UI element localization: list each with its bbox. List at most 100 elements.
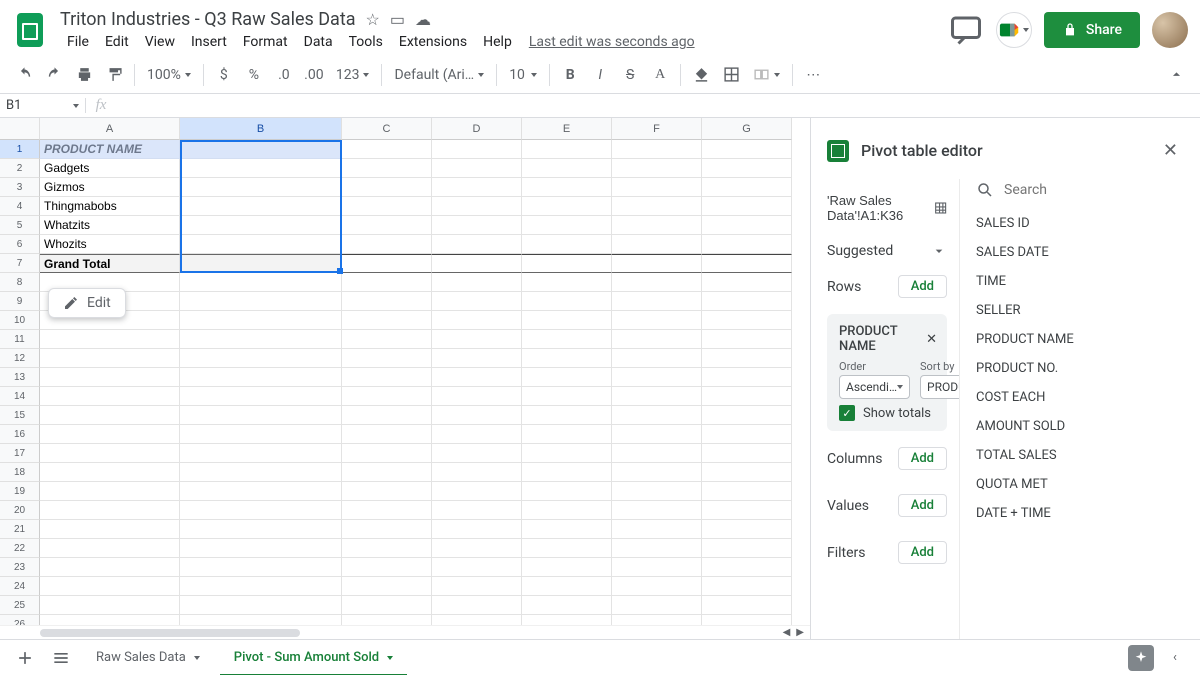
col-A[interactable]: A xyxy=(40,118,180,140)
redo-button[interactable] xyxy=(40,61,68,89)
available-field[interactable]: PRODUCT NAME xyxy=(976,332,1184,347)
available-field[interactable]: TIME xyxy=(976,274,1184,289)
cell[interactable] xyxy=(702,444,792,463)
row-header[interactable]: 15 xyxy=(0,406,40,425)
cell[interactable] xyxy=(180,311,342,330)
menu-file[interactable]: File xyxy=(60,32,96,52)
row-header[interactable]: 11 xyxy=(0,330,40,349)
cell[interactable] xyxy=(40,387,180,406)
available-field[interactable]: QUOTA MET xyxy=(976,477,1184,492)
explore-button[interactable] xyxy=(1128,645,1154,671)
cell[interactable] xyxy=(522,311,612,330)
cell[interactable] xyxy=(432,387,522,406)
cell[interactable] xyxy=(180,406,342,425)
cell[interactable] xyxy=(180,349,342,368)
row-header[interactable]: 4 xyxy=(0,197,40,216)
cell[interactable] xyxy=(180,596,342,615)
cell[interactable] xyxy=(702,387,792,406)
cell[interactable] xyxy=(702,558,792,577)
cell[interactable] xyxy=(432,577,522,596)
cell[interactable] xyxy=(40,596,180,615)
cell[interactable] xyxy=(702,406,792,425)
col-B[interactable]: B xyxy=(180,118,342,140)
sheet-grid[interactable]: A B C D E F G 1PRODUCT NAME2Gadgets3Gizm… xyxy=(0,118,810,639)
cell[interactable] xyxy=(40,520,180,539)
meet-button[interactable] xyxy=(996,12,1032,48)
add-rows-button[interactable]: Add xyxy=(898,275,947,298)
cell[interactable] xyxy=(522,349,612,368)
document-title[interactable]: Triton Industries - Q3 Raw Sales Data xyxy=(60,9,356,30)
cell[interactable] xyxy=(342,216,432,235)
cell[interactable] xyxy=(522,558,612,577)
cell[interactable] xyxy=(612,406,702,425)
close-panel-button[interactable]: ✕ xyxy=(1157,134,1184,167)
row-header[interactable]: 20 xyxy=(0,501,40,520)
cell[interactable] xyxy=(180,159,342,178)
col-D[interactable]: D xyxy=(432,118,522,140)
cell[interactable] xyxy=(180,444,342,463)
cell[interactable] xyxy=(702,330,792,349)
cell[interactable] xyxy=(342,615,432,625)
cell[interactable] xyxy=(432,197,522,216)
cell[interactable] xyxy=(522,615,612,625)
cell[interactable] xyxy=(702,235,792,254)
cell[interactable] xyxy=(342,178,432,197)
cell[interactable] xyxy=(342,140,432,159)
cell[interactable] xyxy=(522,463,612,482)
star-icon[interactable]: ☆ xyxy=(366,10,380,29)
cell[interactable] xyxy=(522,539,612,558)
cell[interactable] xyxy=(180,425,342,444)
cell[interactable] xyxy=(522,368,612,387)
col-C[interactable]: C xyxy=(342,118,432,140)
cell[interactable] xyxy=(342,235,432,254)
add-columns-button[interactable]: Add xyxy=(898,447,947,470)
cell[interactable] xyxy=(702,197,792,216)
cell[interactable] xyxy=(522,197,612,216)
text-color-button[interactable]: A xyxy=(646,61,674,89)
cell[interactable] xyxy=(522,444,612,463)
last-edit-link[interactable]: Last edit was seconds ago xyxy=(521,34,695,50)
available-field[interactable]: AMOUNT SOLD xyxy=(976,419,1184,434)
select-all-corner[interactable] xyxy=(0,118,40,140)
add-filters-button[interactable]: Add xyxy=(898,541,947,564)
suggested-label[interactable]: Suggested xyxy=(827,243,893,259)
cell[interactable] xyxy=(702,216,792,235)
cell[interactable]: Whatzits xyxy=(40,216,180,235)
cell[interactable] xyxy=(432,368,522,387)
cell[interactable] xyxy=(522,330,612,349)
cell[interactable] xyxy=(522,273,612,292)
cell[interactable]: Gizmos xyxy=(40,178,180,197)
cell[interactable] xyxy=(702,368,792,387)
cell[interactable] xyxy=(40,577,180,596)
row-header[interactable]: 16 xyxy=(0,425,40,444)
cell[interactable] xyxy=(40,330,180,349)
row-header[interactable]: 23 xyxy=(0,558,40,577)
cell[interactable] xyxy=(180,387,342,406)
cell[interactable] xyxy=(180,501,342,520)
sortby-select[interactable]: PRODUC… xyxy=(920,375,960,399)
cell[interactable] xyxy=(40,368,180,387)
format-currency-button[interactable]: $ xyxy=(210,61,238,89)
decrease-decimal-button[interactable]: .0 xyxy=(270,61,298,89)
format-percent-button[interactable]: % xyxy=(240,61,268,89)
cell[interactable] xyxy=(342,577,432,596)
cell[interactable] xyxy=(612,539,702,558)
cell[interactable] xyxy=(522,178,612,197)
cell[interactable] xyxy=(522,387,612,406)
cell[interactable] xyxy=(702,596,792,615)
cell[interactable] xyxy=(432,273,522,292)
cell[interactable] xyxy=(612,178,702,197)
tab-pivot-sum-amount-sold[interactable]: Pivot - Sum Amount Sold xyxy=(220,640,407,675)
field-search[interactable] xyxy=(976,179,1184,208)
cell[interactable] xyxy=(432,596,522,615)
cell[interactable] xyxy=(342,368,432,387)
cell[interactable] xyxy=(432,311,522,330)
row-header[interactable]: 10 xyxy=(0,311,40,330)
cell[interactable] xyxy=(612,235,702,254)
cell[interactable] xyxy=(40,501,180,520)
add-values-button[interactable]: Add xyxy=(898,494,947,517)
cell[interactable] xyxy=(432,349,522,368)
cell[interactable] xyxy=(612,501,702,520)
cell[interactable] xyxy=(180,539,342,558)
remove-row-field-button[interactable]: ✕ xyxy=(926,332,937,347)
